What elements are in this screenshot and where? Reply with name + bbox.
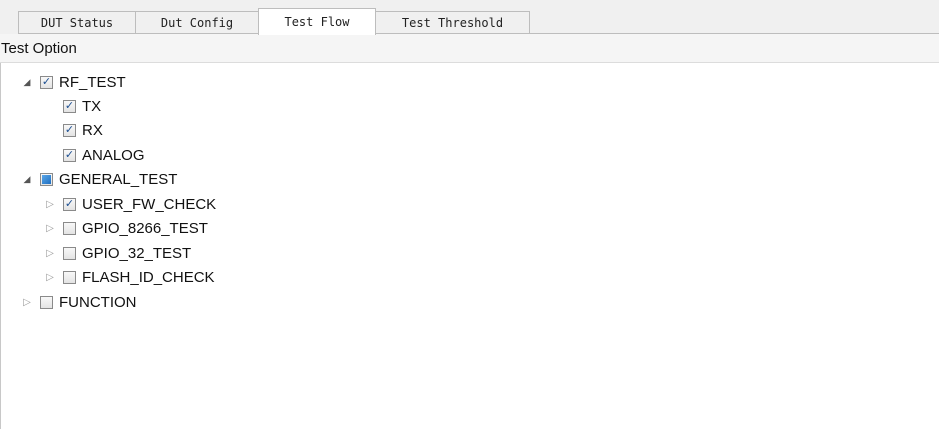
- checkbox-gpio-8266-test[interactable]: [63, 221, 76, 235]
- tree-node-user-fw-check[interactable]: ▷ USER_FW_CHECK: [43, 192, 216, 216]
- checkbox-rf-test[interactable]: [40, 75, 53, 89]
- tree-node-analog[interactable]: ANALOG: [63, 143, 145, 167]
- tree-node-general-test[interactable]: ◢ GENERAL_TEST: [20, 167, 178, 191]
- checkbox-function[interactable]: [40, 295, 53, 309]
- tree-node-label: USER_FW_CHECK: [82, 195, 217, 213]
- tree-node-label: FLASH_ID_CHECK: [82, 268, 215, 286]
- checkbox-tx[interactable]: [63, 99, 76, 113]
- tree-node-label: FUNCTION: [59, 293, 137, 311]
- tree-node-flash-id-check[interactable]: ▷ FLASH_ID_CHECK: [43, 265, 215, 289]
- triangle-down-right-icon[interactable]: ◢: [20, 172, 34, 186]
- triangle-right-outline-icon[interactable]: ▷: [20, 295, 34, 309]
- tree-node-rx[interactable]: RX: [63, 118, 103, 142]
- tree-node-label: ANALOG: [82, 146, 145, 164]
- tab-label: DUT Status: [40, 15, 114, 30]
- section-title: Test Option: [1, 39, 77, 57]
- tree-node-label: RX: [82, 121, 103, 139]
- triangle-down-right-icon[interactable]: ◢: [20, 75, 34, 89]
- tree-node-label: TX: [82, 97, 102, 115]
- tree-node-tx[interactable]: TX: [63, 94, 101, 118]
- tab-test-threshold[interactable]: Test Threshold: [375, 11, 530, 33]
- triangle-right-outline-icon[interactable]: ▷: [43, 221, 57, 235]
- checkbox-user-fw-check[interactable]: [63, 197, 76, 211]
- checkbox-gpio-32-test[interactable]: [63, 246, 76, 260]
- tab-dut-config[interactable]: Dut Config: [135, 11, 259, 33]
- tab-test-flow[interactable]: Test Flow: [258, 8, 376, 35]
- triangle-right-outline-icon[interactable]: ▷: [43, 246, 57, 260]
- tab-label: Dut Config: [160, 15, 234, 30]
- checkbox-flash-id-check[interactable]: [63, 270, 76, 284]
- tab-dut-status[interactable]: DUT Status: [18, 11, 136, 33]
- tree-node-function[interactable]: ▷ FUNCTION: [20, 290, 137, 314]
- tree-node-rf-test[interactable]: ◢ RF_TEST: [20, 70, 126, 94]
- tree-node-label: RF_TEST: [59, 73, 126, 91]
- tree-node-label: GPIO_32_TEST: [82, 244, 192, 262]
- triangle-right-outline-icon[interactable]: ▷: [43, 270, 57, 284]
- tree-node-gpio-32-test[interactable]: ▷ GPIO_32_TEST: [43, 241, 191, 265]
- section-header: Test Option: [0, 34, 939, 63]
- checkbox-rx[interactable]: [63, 123, 76, 137]
- triangle-right-outline-icon[interactable]: ▷: [43, 197, 57, 211]
- tree-node-gpio-8266-test[interactable]: ▷ GPIO_8266_TEST: [43, 216, 208, 240]
- tree-node-label: GENERAL_TEST: [59, 170, 178, 188]
- panel-left-border: [0, 34, 1, 429]
- checkbox-general-test[interactable]: [40, 172, 53, 186]
- checkbox-analog[interactable]: [63, 148, 76, 162]
- tree-node-label: GPIO_8266_TEST: [82, 219, 208, 237]
- tab-label: Test Flow: [284, 15, 350, 29]
- tab-label: Test Threshold: [401, 15, 504, 30]
